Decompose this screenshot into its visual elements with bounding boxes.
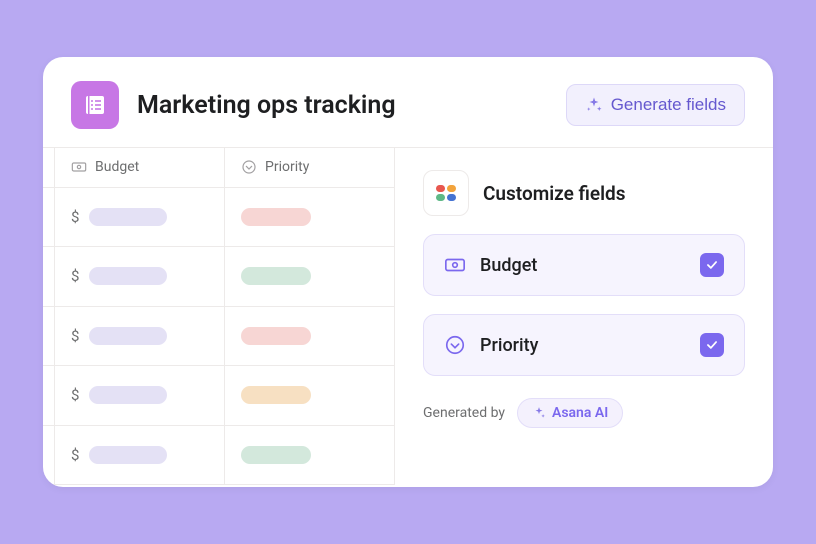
cell-budget: $ (55, 426, 225, 485)
generate-fields-label: Generate fields (611, 95, 726, 115)
cell-priority (225, 426, 394, 485)
panel-title: Customize fields (483, 182, 626, 205)
page-title: Marketing ops tracking (137, 91, 566, 120)
asana-ai-chip[interactable]: Asana AI (517, 398, 623, 428)
table-row[interactable]: $ (43, 247, 394, 306)
field-checkbox[interactable] (700, 333, 724, 357)
customize-fields-icon (423, 170, 469, 216)
col-budget-label: Budget (95, 159, 139, 175)
currency-symbol: $ (71, 208, 79, 226)
priority-placeholder (241, 327, 311, 345)
budget-placeholder (89, 327, 167, 345)
table-row[interactable]: $ (43, 426, 394, 485)
chevron-circle-icon (444, 334, 466, 356)
header: Marketing ops tracking Generate fields (43, 57, 773, 147)
currency-symbol: $ (71, 267, 79, 285)
list-icon (83, 93, 107, 117)
priority-placeholder (241, 446, 311, 464)
customize-panel: Customize fields Budget Priority Generat… (395, 148, 773, 485)
priority-placeholder (241, 208, 311, 226)
sparkle-icon (532, 406, 546, 420)
banknote-icon (71, 159, 87, 175)
budget-placeholder (89, 208, 167, 226)
field-checkbox[interactable] (700, 253, 724, 277)
table-header: Budget Priority (43, 148, 394, 188)
body: Budget Priority $ $ $ (43, 147, 773, 485)
currency-symbol: $ (71, 386, 79, 404)
table-row[interactable]: $ (43, 307, 394, 366)
table-row[interactable]: $ (43, 366, 394, 425)
priority-placeholder (241, 386, 311, 404)
cell-priority (225, 188, 394, 247)
cell-budget: $ (55, 307, 225, 366)
cell-budget: $ (55, 247, 225, 306)
check-icon (705, 258, 719, 272)
col-budget[interactable]: Budget (55, 148, 225, 188)
field-label: Priority (480, 335, 686, 356)
currency-symbol: $ (71, 327, 79, 345)
priority-placeholder (241, 267, 311, 285)
chevron-circle-icon (241, 159, 257, 175)
generated-by: Generated by Asana AI (423, 398, 745, 428)
panel-header: Customize fields (423, 170, 745, 216)
col-priority[interactable]: Priority (225, 148, 394, 188)
sparkle-icon (585, 96, 603, 114)
data-table: Budget Priority $ $ $ (43, 148, 395, 485)
cell-budget: $ (55, 366, 225, 425)
budget-placeholder (89, 446, 167, 464)
project-icon (71, 81, 119, 129)
budget-placeholder (89, 267, 167, 285)
app-card: Marketing ops tracking Generate fields B… (43, 57, 773, 487)
budget-placeholder (89, 386, 167, 404)
cell-priority (225, 307, 394, 366)
check-icon (705, 338, 719, 352)
cell-priority (225, 366, 394, 425)
cell-priority (225, 247, 394, 306)
col-spacer (43, 148, 55, 188)
currency-symbol: $ (71, 446, 79, 464)
field-label: Budget (480, 255, 686, 276)
banknote-icon (444, 254, 466, 276)
field-card-priority[interactable]: Priority (423, 314, 745, 376)
table-row[interactable]: $ (43, 188, 394, 247)
ai-chip-label: Asana AI (552, 405, 608, 421)
generate-fields-button[interactable]: Generate fields (566, 84, 745, 126)
generated-by-label: Generated by (423, 405, 505, 421)
cell-budget: $ (55, 188, 225, 247)
col-priority-label: Priority (265, 159, 309, 175)
field-card-budget[interactable]: Budget (423, 234, 745, 296)
